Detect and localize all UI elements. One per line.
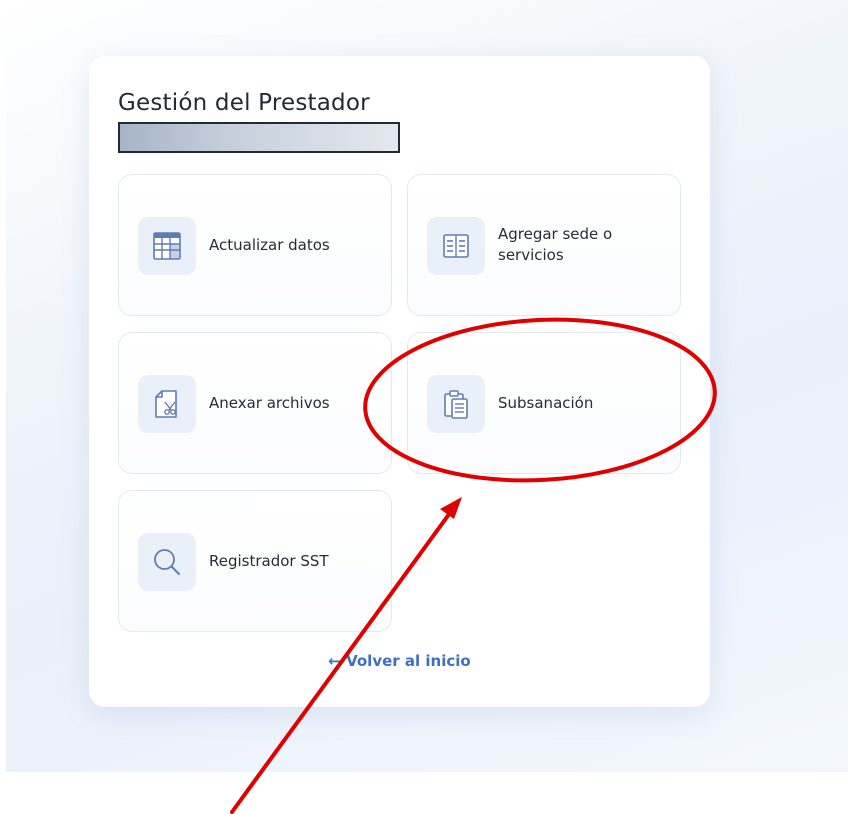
document-columns-icon [427, 217, 485, 275]
sst-registrar-button[interactable]: Registrador SST [118, 490, 392, 632]
clipboard-icon [427, 375, 485, 433]
search-icon [138, 533, 196, 591]
correction-label: Subsanación [498, 393, 594, 412]
provider-management-panel: Gestión del Prestador Actualizar datos A… [89, 56, 710, 707]
spreadsheet-icon [138, 217, 196, 275]
redacted-provider-name [118, 122, 400, 153]
add-branch-or-services-button[interactable]: Agregar sede o servicios [407, 174, 681, 316]
update-data-label: Actualizar datos [209, 235, 330, 254]
update-data-button[interactable]: Actualizar datos [118, 174, 392, 316]
attach-files-label: Anexar archivos [209, 393, 330, 412]
attach-files-button[interactable]: Anexar archivos [118, 332, 392, 474]
add-branch-or-services-label: Agregar sede o servicios [498, 225, 613, 264]
sst-registrar-label: Registrador SST [209, 551, 329, 570]
page-title: Gestión del Prestador [118, 90, 370, 116]
correction-button[interactable]: Subsanación [407, 332, 681, 474]
back-to-home-link[interactable]: ← Volver al inicio [89, 652, 710, 670]
file-scissors-icon [138, 375, 196, 433]
